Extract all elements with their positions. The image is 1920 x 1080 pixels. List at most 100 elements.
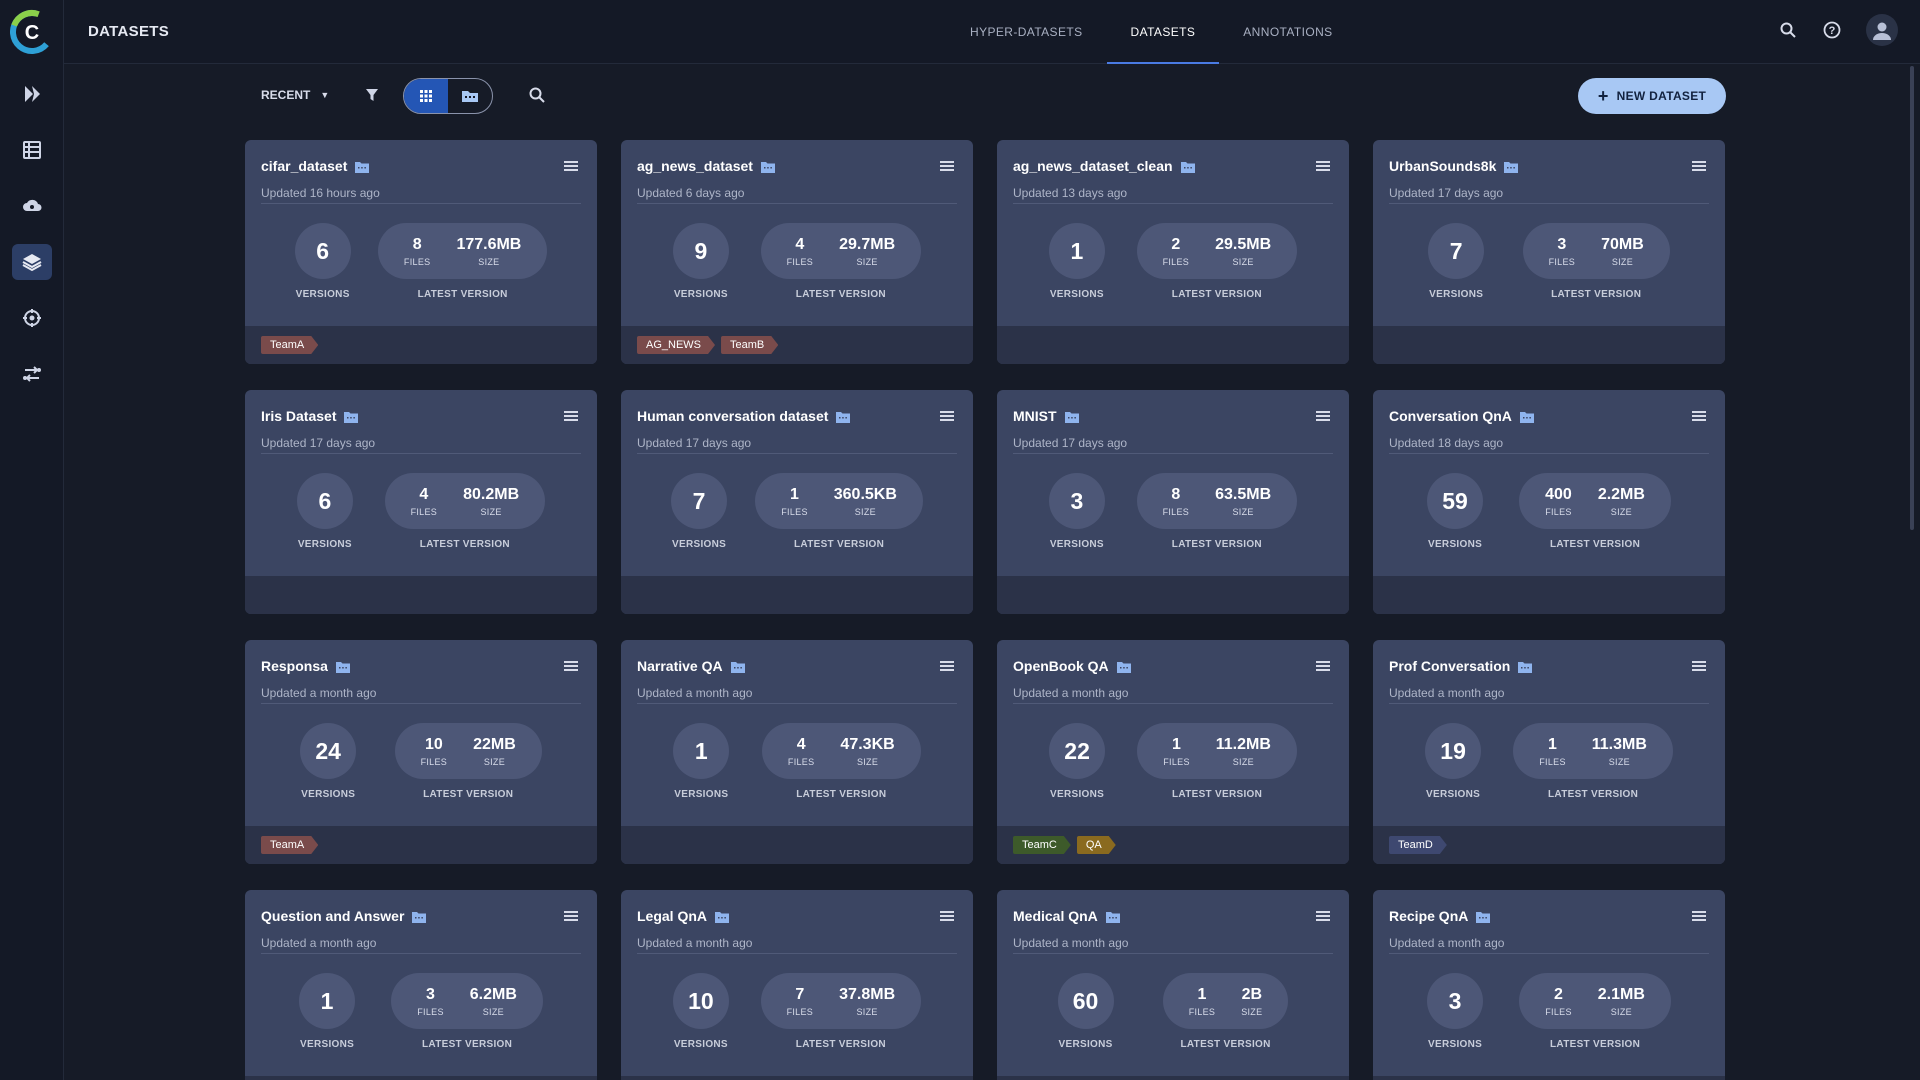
card-menu-icon[interactable]	[939, 909, 955, 928]
versions-label: VERSIONS	[673, 289, 728, 300]
nav-datasets-icon[interactable]	[11, 244, 52, 280]
dataset-card[interactable]: cifar_dataset Updated 16 hours ago 6 VERSIO…	[245, 140, 597, 364]
card-menu-icon[interactable]	[939, 159, 955, 178]
files-stat: 10 FILES	[421, 736, 448, 767]
nav-projects-icon[interactable]	[12, 132, 52, 168]
card-menu-icon[interactable]	[1691, 659, 1707, 678]
tag-badge[interactable]: TeamB	[721, 336, 778, 354]
tag-badge[interactable]: AG_NEWS	[637, 336, 715, 354]
dataset-name[interactable]: Legal QnA	[637, 908, 707, 924]
help-icon[interactable]: ?	[1822, 20, 1842, 40]
caret-down-icon: ▼	[320, 90, 330, 100]
dataset-name[interactable]: ag_news_dataset	[637, 158, 753, 174]
dataset-card[interactable]: Question and Answer Updated a month ago 1 V…	[245, 890, 597, 1080]
clearml-logo-icon[interactable]: C	[9, 8, 54, 56]
files-stat: 3 FILES	[417, 986, 444, 1017]
versions-count: 59	[1427, 473, 1484, 529]
card-menu-icon[interactable]	[563, 659, 579, 678]
card-header: cifar_dataset	[261, 158, 581, 174]
new-dataset-button[interactable]: + NEW DATASET	[1578, 78, 1726, 114]
card-menu-icon[interactable]	[1691, 409, 1707, 428]
grid-view-icon[interactable]	[404, 79, 448, 113]
user-avatar-icon[interactable]	[1866, 14, 1898, 46]
versions-count: 60	[1057, 973, 1114, 1029]
toolbar-search-icon[interactable]	[529, 87, 545, 108]
versions-count: 10	[672, 973, 729, 1029]
dataset-card[interactable]: OpenBook QA Updated a month ago 22 VERSIONS…	[997, 640, 1349, 864]
files-count: 4	[796, 735, 806, 753]
files-count: 8	[412, 235, 422, 253]
dataset-card[interactable]: Iris Dataset Updated 17 days ago 6 VERSIONS…	[245, 390, 597, 614]
dataset-name[interactable]: OpenBook QA	[1013, 658, 1109, 674]
nav-workers-icon[interactable]	[12, 356, 52, 392]
dataset-card[interactable]: Conversation QnA Updated 18 days ago 59 VER…	[1373, 390, 1725, 614]
versions-count: 7	[1428, 223, 1485, 279]
dataset-name[interactable]: Responsa	[261, 658, 328, 674]
files-label: FILES	[786, 256, 814, 267]
tag-badge[interactable]: TeamA	[261, 836, 318, 854]
card-menu-icon[interactable]	[939, 659, 955, 678]
nav-cloud-icon[interactable]	[12, 188, 52, 224]
size-value: 47.3KB	[840, 735, 895, 753]
sort-dropdown[interactable]: RECENT ▼	[261, 88, 329, 102]
tab-datasets[interactable]: DATASETS	[1106, 0, 1220, 64]
card-menu-icon[interactable]	[1315, 159, 1331, 178]
divider	[637, 453, 957, 454]
tag-badge[interactable]: TeamC	[1013, 836, 1071, 854]
dataset-name[interactable]: Conversation QnA	[1389, 408, 1512, 424]
card-menu-icon[interactable]	[1315, 909, 1331, 928]
size-value: 22MB	[473, 735, 516, 753]
tab-annotations[interactable]: ANNOTATIONS	[1219, 0, 1356, 64]
tag-badge[interactable]: QA	[1077, 836, 1116, 854]
card-menu-icon[interactable]	[563, 909, 579, 928]
dataset-card[interactable]: Medical QnA Updated a month ago 60 VERSIONS…	[997, 890, 1349, 1080]
dataset-name[interactable]: MNIST	[1013, 408, 1057, 424]
dataset-name[interactable]: Narrative QA	[637, 658, 723, 674]
dataset-name[interactable]: Medical QnA	[1013, 908, 1098, 924]
scrollbar[interactable]	[1910, 66, 1914, 530]
dataset-card[interactable]: Narrative QA Updated a month ago 1 VERSIONS…	[621, 640, 973, 864]
card-menu-icon[interactable]	[563, 409, 579, 428]
latest-version-stat: 4 FILES 80.2MB SIZE LATEST VERSION	[384, 473, 546, 563]
dataset-name[interactable]: Recipe QnA	[1389, 908, 1468, 924]
tag-badge[interactable]: TeamD	[1389, 836, 1447, 854]
tag-badge[interactable]: TeamA	[261, 336, 318, 354]
folder-icon	[1180, 160, 1195, 173]
folder-icon	[1518, 660, 1533, 673]
dataset-card[interactable]: ag_news_dataset Updated 6 days ago 9 VERSIO…	[621, 140, 973, 364]
nav-models-icon[interactable]	[12, 300, 52, 336]
dataset-name[interactable]: Question and Answer	[261, 908, 404, 924]
dataset-name[interactable]: Human conversation dataset	[637, 408, 828, 424]
divider	[1013, 453, 1333, 454]
dataset-name[interactable]: Iris Dataset	[261, 408, 336, 424]
dataset-card[interactable]: MNIST Updated 17 days ago 3 VERSIONS 8 FILES 6…	[997, 390, 1349, 614]
latest-version-pill: 3 FILES 6.2MB SIZE	[391, 973, 543, 1029]
dataset-card[interactable]: Responsa Updated a month ago 24 VERSIONS 10 F…	[245, 640, 597, 864]
folder-view-icon[interactable]	[448, 79, 492, 113]
card-menu-icon[interactable]	[1691, 909, 1707, 928]
card-menu-icon[interactable]	[563, 159, 579, 178]
search-icon[interactable]	[1778, 20, 1798, 40]
card-menu-icon[interactable]	[939, 409, 955, 428]
dataset-card[interactable]: UrbanSounds8k Updated 17 days ago 7 VERSION…	[1373, 140, 1725, 364]
updated-time: Updated 6 days ago	[637, 186, 745, 200]
dataset-card[interactable]: Prof Conversation Updated a month ago 19 VE…	[1373, 640, 1725, 864]
latest-version-stat: 8 FILES 177.6MB SIZE LATEST VERSION	[377, 223, 548, 313]
card-menu-icon[interactable]	[1691, 159, 1707, 178]
card-menu-icon[interactable]	[1315, 409, 1331, 428]
tab-hyper-datasets[interactable]: HYPER-DATASETS	[946, 0, 1107, 64]
card-stats: 9 VERSIONS 4 FILES 29.7MB SIZE LATEST VERSION	[621, 223, 973, 313]
card-menu-icon[interactable]	[1315, 659, 1331, 678]
dataset-name[interactable]: ag_news_dataset_clean	[1013, 158, 1173, 174]
dataset-name[interactable]: Prof Conversation	[1389, 658, 1510, 674]
dataset-name[interactable]: UrbanSounds8k	[1389, 158, 1496, 174]
size-value: 2.1MB	[1597, 985, 1645, 1003]
filter-icon[interactable]	[365, 87, 379, 108]
nav-pipelines-icon[interactable]	[12, 76, 52, 112]
dataset-card[interactable]: Legal QnA Updated a month ago 10 VERSIONS 7 F…	[621, 890, 973, 1080]
dataset-card[interactable]: Recipe QnA Updated a month ago 3 VERSIONS 2 F…	[1373, 890, 1725, 1080]
plus-icon: +	[1597, 86, 1609, 106]
dataset-card[interactable]: Human conversation dataset Updated 17 day…	[621, 390, 973, 614]
dataset-card[interactable]: ag_news_dataset_clean Updated 13 days ago…	[997, 140, 1349, 364]
dataset-name[interactable]: cifar_dataset	[261, 158, 347, 174]
